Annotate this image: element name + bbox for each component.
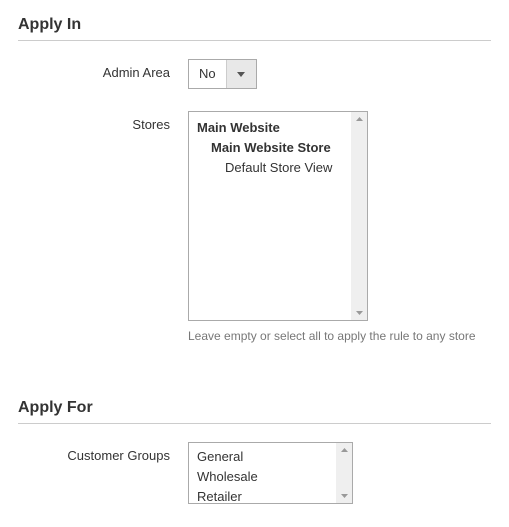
scrollbar[interactable] (336, 443, 352, 503)
customer-groups-listbox[interactable]: General Wholesale Retailer (188, 442, 353, 504)
label-stores: Stores (18, 111, 188, 132)
stores-listbox[interactable]: Main Website Main Website Store Default … (188, 111, 368, 321)
scroll-up-icon[interactable] (351, 112, 367, 126)
chevron-down-icon (226, 60, 256, 88)
label-admin-area: Admin Area (18, 59, 188, 80)
scroll-down-icon[interactable] (351, 306, 367, 320)
label-customer-groups: Customer Groups (18, 442, 188, 463)
scroll-up-icon[interactable] (336, 443, 352, 457)
list-item[interactable]: Main Website (197, 118, 359, 138)
scroll-down-icon[interactable] (336, 489, 352, 503)
field-stores: Stores Main Website Main Website Store D… (18, 111, 491, 343)
list-item[interactable]: Default Store View (197, 158, 359, 178)
list-item[interactable]: General (197, 447, 344, 467)
list-item[interactable]: Wholesale (197, 467, 344, 487)
list-item[interactable]: Retailer (197, 487, 344, 507)
section-title-apply-in: Apply In (18, 16, 491, 34)
list-item[interactable]: Main Website Store (197, 138, 359, 158)
divider (18, 423, 491, 424)
stores-note: Leave empty or select all to apply the r… (188, 329, 491, 343)
admin-area-select[interactable]: No (188, 59, 257, 89)
divider (18, 40, 491, 41)
field-admin-area: Admin Area No (18, 59, 491, 89)
field-customer-groups: Customer Groups General Wholesale Retail… (18, 442, 491, 504)
scrollbar[interactable] (351, 112, 367, 320)
admin-area-value: No (189, 60, 226, 88)
section-title-apply-for: Apply For (18, 399, 491, 417)
